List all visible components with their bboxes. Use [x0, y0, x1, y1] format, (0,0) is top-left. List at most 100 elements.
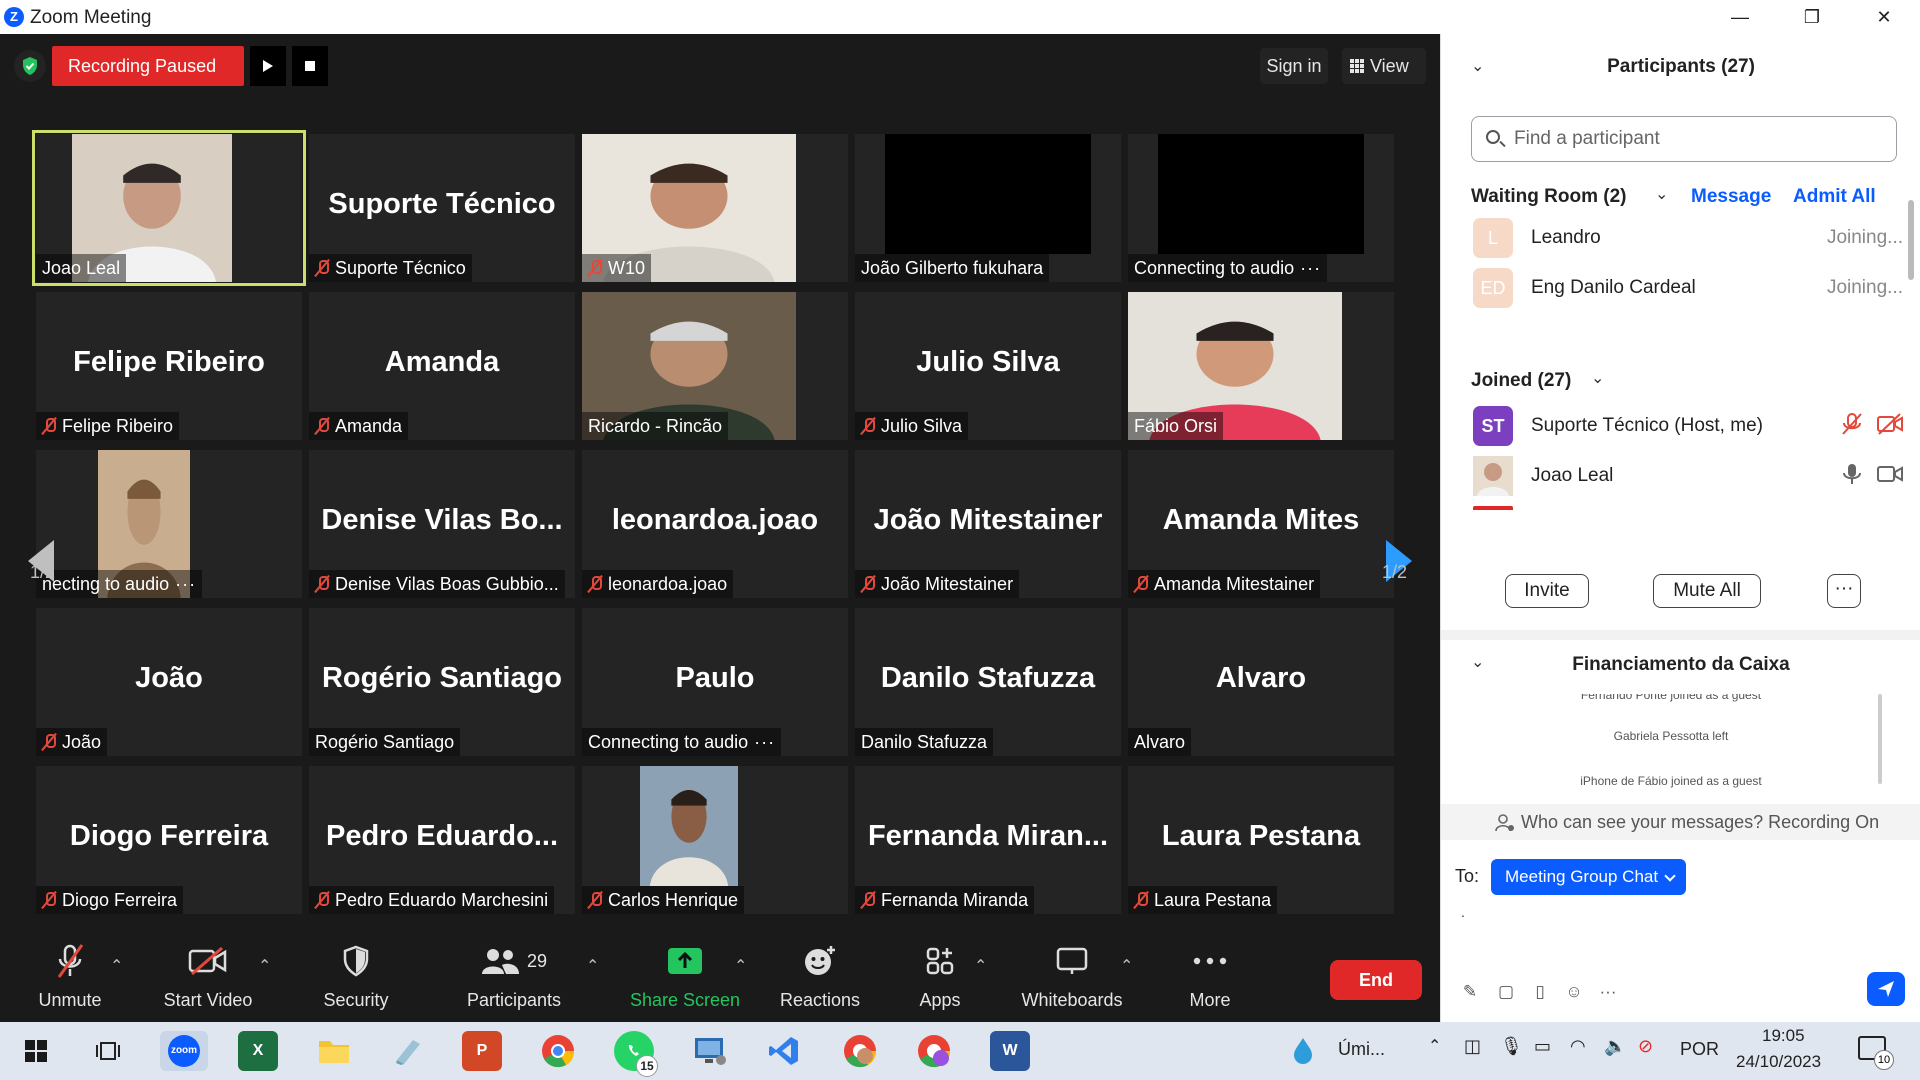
video-tile[interactable]: Connecting to audio ··· [1128, 134, 1394, 282]
joined-chevron-icon[interactable]: ⌄ [1591, 368, 1604, 388]
muted-mic-icon[interactable] [1841, 412, 1863, 441]
video-tile[interactable]: W10 [582, 134, 848, 282]
chat-scrollbar[interactable] [1878, 694, 1882, 784]
mic-icon[interactable] [1841, 462, 1863, 491]
view-button[interactable]: View [1342, 48, 1426, 84]
clock-time[interactable]: 19:05 [1762, 1026, 1805, 1046]
video-tile[interactable]: Julio Silva Julio Silva [855, 292, 1121, 440]
video-tile[interactable]: Laura Pestana Laura Pestana [1128, 766, 1394, 914]
waiting-participant-row[interactable]: L Leandro Joining... [1473, 216, 1903, 260]
minimize-button[interactable]: — [1710, 2, 1770, 32]
who-can-see-messages[interactable]: Who can see your messages? Recording On [1441, 804, 1920, 840]
video-tile[interactable]: leonardoa.joao leonardoa.joao [582, 450, 848, 598]
stop-recording-button[interactable] [292, 46, 329, 86]
encryption-shield-icon[interactable] [14, 50, 46, 82]
clock-date[interactable]: 24/10/2023 [1736, 1052, 1821, 1072]
format-text-icon[interactable]: ✎ [1459, 982, 1481, 1004]
end-meeting-button[interactable]: End [1330, 960, 1422, 1000]
video-tile[interactable]: João Mitestainer João Mitestainer [855, 450, 1121, 598]
video-tile[interactable]: Amanda Amanda [309, 292, 575, 440]
video-tile[interactable]: necting to audio ··· [36, 450, 302, 598]
restore-button[interactable]: ❐ [1782, 2, 1842, 32]
apps-button[interactable]: Apps [900, 938, 980, 1022]
word-icon[interactable]: W [990, 1031, 1030, 1071]
whiteboards-button[interactable]: Whiteboards [1016, 938, 1128, 1022]
video-tile[interactable]: Diogo Ferreira Diogo Ferreira [36, 766, 302, 914]
video-off-icon[interactable] [1877, 412, 1903, 440]
notifications-icon[interactable]: 10 [1858, 1036, 1894, 1070]
sign-in-button[interactable]: Sign in [1260, 48, 1328, 84]
video-tile[interactable]: Joao Leal [32, 130, 306, 286]
notes-app-icon[interactable] [388, 1031, 428, 1071]
start-video-button[interactable]: Start Video [160, 938, 256, 1022]
powerpoint-icon[interactable]: P [462, 1031, 502, 1071]
waiting-room-header[interactable]: Waiting Room (2) [1471, 186, 1627, 208]
chrome-icon[interactable] [538, 1031, 578, 1071]
video-tile[interactable]: Fernanda Miran... Fernanda Miranda [855, 766, 1121, 914]
video-tile[interactable]: Carlos Henrique [582, 766, 848, 914]
more-button[interactable]: More [1170, 938, 1250, 1022]
video-tile[interactable]: João Gilberto fukuhara [855, 134, 1121, 282]
chrome-profile-icon[interactable] [840, 1031, 880, 1071]
admit-all-button[interactable]: Admit All [1793, 186, 1876, 208]
zoom-taskbar-icon[interactable]: zoom [160, 1031, 208, 1071]
share-options-caret-icon[interactable]: ⌃ [734, 956, 747, 976]
apps-options-caret-icon[interactable]: ⌃ [974, 956, 987, 976]
microphone-tray-icon[interactable]: 🎙 [1500, 1036, 1523, 1057]
file-icon[interactable]: ▯ [1529, 982, 1551, 1004]
video-tile[interactable]: Suporte Técnico Suporte Técnico [309, 134, 575, 282]
chat-recipient-dropdown[interactable]: Meeting Group Chat [1491, 859, 1687, 895]
input-language[interactable]: POR [1680, 1039, 1719, 1060]
more-options-button[interactable]: ··· [1827, 574, 1861, 608]
weather-drop-icon[interactable] [1290, 1036, 1316, 1071]
video-tile[interactable]: Denise Vilas Bo... Denise Vilas Boas Gubb… [309, 450, 575, 598]
message-waiting-button[interactable]: Message [1691, 186, 1771, 208]
show-hidden-icons-icon[interactable]: ⌃ [1428, 1036, 1441, 1056]
video-tile[interactable]: Amanda Mites Amanda Mitestainer [1128, 450, 1394, 598]
resume-recording-button[interactable] [250, 46, 287, 86]
wifi-icon[interactable]: ◠ [1570, 1036, 1586, 1057]
video-options-caret-icon[interactable]: ⌃ [258, 956, 271, 976]
file-explorer-icon[interactable] [314, 1031, 354, 1071]
participants-scrollbar[interactable] [1908, 200, 1914, 280]
waiting-participant-row[interactable]: ED Eng Danilo Cardeal Joining... [1473, 266, 1903, 310]
audio-options-caret-icon[interactable]: ⌃ [110, 956, 123, 976]
volume-icon[interactable]: 🔈 [1604, 1036, 1626, 1057]
joined-header[interactable]: Joined (27) [1471, 370, 1571, 392]
participants-button[interactable]: 29 Participants [456, 938, 572, 1022]
participant-row-joao-leal[interactable]: Joao Leal [1473, 454, 1903, 498]
whatsapp-icon[interactable]: 15 [614, 1031, 658, 1077]
find-participant-input[interactable]: Find a participant [1471, 116, 1897, 162]
battery-icon[interactable]: ▭ [1534, 1036, 1551, 1057]
chrome-profile-l-icon[interactable] [914, 1031, 954, 1071]
more-chat-options-icon[interactable]: ··· [1597, 982, 1619, 1004]
video-tile[interactable]: Ricardo - Rincão [582, 292, 848, 440]
video-tile[interactable]: Paulo Connecting to audio ··· [582, 608, 848, 756]
video-tile[interactable]: Pedro Eduardo... Pedro Eduardo Marchesini [309, 766, 575, 914]
video-tile[interactable]: Fábio Orsi [1128, 292, 1394, 440]
reactions-button[interactable]: Reactions [770, 938, 870, 1022]
whiteboards-options-caret-icon[interactable]: ⌃ [1120, 956, 1133, 976]
unmute-button[interactable]: Unmute [28, 938, 112, 1022]
vscode-icon[interactable] [764, 1031, 804, 1071]
close-button[interactable]: ✕ [1854, 2, 1914, 32]
task-view-icon[interactable] [88, 1031, 128, 1071]
video-tile[interactable]: João João [36, 608, 302, 756]
windows-start-icon[interactable] [16, 1031, 56, 1071]
screenshot-icon[interactable]: ▢ [1495, 982, 1517, 1004]
security-alert-icon[interactable]: ⊘ [1638, 1036, 1653, 1057]
video-tile[interactable]: Rogério Santiago Rogério Santiago [309, 608, 575, 756]
excel-icon[interactable]: X [238, 1031, 278, 1071]
video-tile[interactable]: Felipe Ribeiro Felipe Ribeiro [36, 292, 302, 440]
invite-button[interactable]: Invite [1505, 574, 1589, 608]
send-button[interactable] [1867, 972, 1905, 1006]
security-button[interactable]: Security [316, 938, 396, 1022]
participants-options-caret-icon[interactable]: ⌃ [586, 956, 599, 976]
waiting-room-chevron-icon[interactable]: ⌄ [1655, 184, 1668, 204]
video-tile[interactable]: Danilo Stafuzza Danilo Stafuzza [855, 608, 1121, 756]
emoji-icon[interactable]: ☺ [1563, 982, 1585, 1004]
chat-message-input[interactable]: . [1461, 904, 1891, 964]
camera-tray-icon[interactable]: ◫ [1464, 1036, 1481, 1057]
video-icon[interactable] [1877, 463, 1903, 490]
video-tile[interactable]: Alvaro Alvaro [1128, 608, 1394, 756]
